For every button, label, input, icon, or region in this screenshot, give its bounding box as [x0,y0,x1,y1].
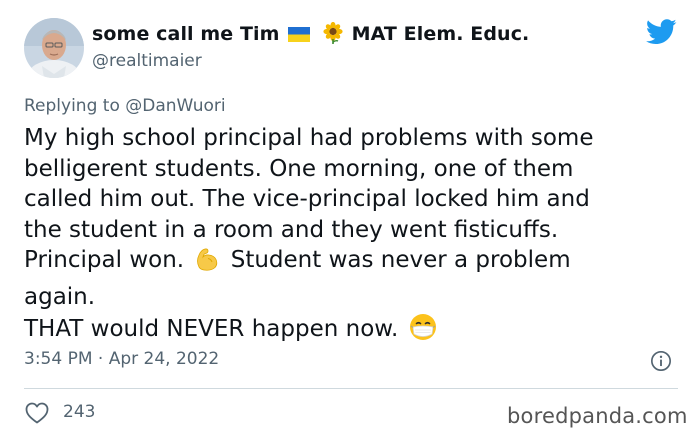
tweet-time: 3:54 PM [24,349,93,369]
divider [24,388,678,389]
reply-prefix: Replying to [24,96,120,116]
face-with-medical-mask-icon [408,312,438,351]
like-count: 243 [63,402,96,422]
tweet-line-part: THAT would NEVER happen now. [24,316,399,342]
tweet-line: again. [24,283,96,310]
tweet-timestamp[interactable]: 3:54 PM · Apr 24, 2022 [24,349,219,369]
heart-icon[interactable] [25,402,49,424]
tweet-line: the student in a room and they went fist… [24,216,559,243]
avatar[interactable] [24,18,84,78]
tweet-date: Apr 24, 2022 [108,349,220,369]
display-name-text: some call me Tim [92,23,280,45]
tweet-line: Principal won. Student was never a probl… [24,245,684,282]
tweet-text: My high school principal had problems wi… [24,123,684,351]
tweet-line: called him out. The vice-principal locke… [24,186,590,212]
reply-to-handle[interactable]: @DanWuori [125,96,225,116]
tweet-line: belligerent students. One morning, one o… [24,155,574,182]
tweet-line-part: Principal won. [24,247,185,273]
ukraine-flag-icon [287,25,310,47]
display-name-suffix: MAT Elem. Educ. [351,23,530,45]
flexed-biceps-icon [193,245,221,282]
author-display-name[interactable]: some call me Tim MAT Elem. Educ. [92,21,530,49]
info-icon[interactable] [650,350,672,372]
tweet-line: My high school principal had problems wi… [24,125,594,151]
tweet-line-part: Student was never a problem [230,247,571,273]
sunflower-icon [322,21,344,49]
author-handle[interactable]: @realtimaier [92,51,202,71]
meta-separator: · [97,349,104,369]
twitter-bird-icon[interactable] [646,19,677,45]
reply-context: Replying to @DanWuori [24,96,226,116]
avatar-image [24,18,84,78]
watermark: boredpanda.com [507,404,688,428]
tweet-line: THAT would NEVER happen now. [24,312,684,351]
